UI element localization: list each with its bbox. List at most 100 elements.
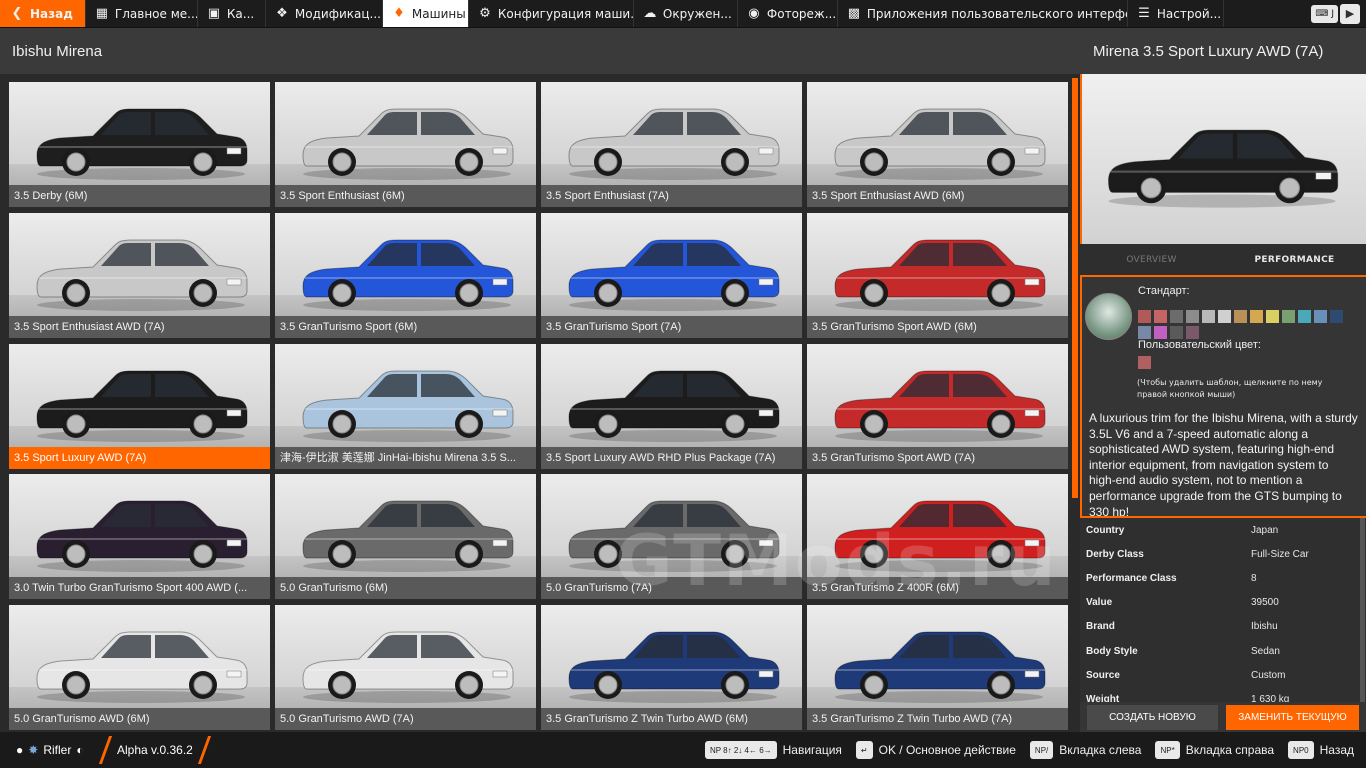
tab-main-menu[interactable]: ▦ Главное ме...: [86, 0, 198, 27]
config-card[interactable]: 5.0 GranTurismo (7A): [541, 474, 802, 599]
tab-mods[interactable]: ❖ Модификац...: [266, 0, 383, 27]
car-thumbnail-illustration: [36, 370, 248, 442]
tab-performance[interactable]: PERFORMANCE: [1223, 244, 1366, 275]
config-card[interactable]: 5.0 GranTurismo AWD (7A): [275, 605, 536, 730]
info-scrollbar[interactable]: [1360, 518, 1365, 702]
info-row: Body Style Sedan: [1080, 639, 1366, 663]
paint-swatch[interactable]: [1138, 310, 1151, 323]
control-hint: NP 8↑ 2↓ 4← 6→ Навигация: [704, 741, 842, 759]
grid-scrollbar[interactable]: [1072, 78, 1078, 498]
paint-swatch[interactable]: [1138, 326, 1151, 339]
username: Rifler: [43, 743, 72, 757]
shortcut-key-j[interactable]: ⌨ J: [1311, 4, 1338, 23]
paint-swatch[interactable]: [1314, 310, 1327, 323]
config-card[interactable]: 3.5 GranTurismo Z 400R (6M): [807, 474, 1068, 599]
tab-ui-apps[interactable]: ▩ Приложения пользовательского интерфе..…: [838, 0, 1128, 27]
info-row: Derby Class Full-Size Car: [1080, 542, 1366, 566]
config-card[interactable]: 3.5 GranTurismo Sport AWD (7A): [807, 344, 1068, 469]
config-card[interactable]: 3.5 Sport Enthusiast (7A): [541, 82, 802, 207]
paint-swatch[interactable]: [1170, 326, 1183, 339]
config-card[interactable]: 3.5 Sport Enthusiast (6M): [275, 82, 536, 207]
car-thumbnail-illustration: [36, 500, 248, 572]
globe-icon: ●: [16, 743, 24, 757]
custom-paint-swatch[interactable]: [1138, 356, 1151, 369]
car-thumbnail-illustration: [568, 631, 780, 703]
config-card[interactable]: 5.0 GranTurismo AWD (6M): [9, 605, 270, 730]
tab-photo-mode[interactable]: ◉ Фотореж...: [738, 0, 838, 27]
paint-swatch[interactable]: [1186, 310, 1199, 323]
panel-tabs: OVERVIEW PERFORMANCE: [1080, 244, 1366, 277]
config-card[interactable]: 3.5 Derby (6M): [9, 82, 270, 207]
config-card-label: 3.5 Sport Enthusiast AWD (6M): [807, 185, 1068, 207]
car-thumbnail-illustration: [302, 108, 514, 180]
paint-swatch[interactable]: [1282, 310, 1295, 323]
car-thumbnail-illustration: [834, 500, 1046, 572]
tab-vehicle-config[interactable]: ⚙ Конфигурация маши...: [469, 0, 634, 27]
tab-label: Машины: [411, 6, 466, 21]
paint-swatch[interactable]: [1202, 310, 1215, 323]
paint-swatch[interactable]: [1218, 310, 1231, 323]
car-thumbnail-illustration: [36, 239, 248, 311]
config-card-label: 3.5 Sport Enthusiast AWD (7A): [9, 316, 270, 338]
paint-swatch[interactable]: [1170, 310, 1183, 323]
info-key: Source: [1086, 669, 1120, 681]
sliders-icon: ☰: [1138, 6, 1150, 21]
back-label: Назад: [30, 6, 73, 21]
control-hint: NP* Вкладка справа: [1155, 741, 1274, 759]
config-card-label: 5.0 GranTurismo AWD (7A): [275, 708, 536, 730]
config-card[interactable]: 3.0 Twin Turbo GranTurismo Sport 400 AWD…: [9, 474, 270, 599]
key-badge: NP*: [1155, 741, 1180, 759]
tab-overview[interactable]: OVERVIEW: [1080, 244, 1223, 275]
config-card-label: 5.0 GranTurismo AWD (6M): [9, 708, 270, 730]
config-card[interactable]: 5.0 GranTurismo (6M): [275, 474, 536, 599]
config-card[interactable]: 3.5 Sport Enthusiast AWD (7A): [9, 213, 270, 338]
tab-environment[interactable]: ☁ Окружен...: [634, 0, 738, 27]
standard-paints-label: Стандарт:: [1138, 285, 1190, 297]
tab-settings[interactable]: ☰ Настрой...: [1128, 0, 1224, 27]
paint-swatch[interactable]: [1234, 310, 1247, 323]
play-icon: ▶: [1345, 7, 1355, 20]
tab-label: Приложения пользовательского интерфе...: [866, 6, 1128, 21]
config-card[interactable]: 3.5 GranTurismo Z Twin Turbo AWD (6M): [541, 605, 802, 730]
car-icon: ♦: [393, 6, 405, 21]
config-card[interactable]: 津海-伊比淑 美莲娜 JinHai-Ibishu Mirena 3.5 S...: [275, 344, 536, 469]
config-card[interactable]: 3.5 GranTurismo Z Twin Turbo AWD (7A): [807, 605, 1068, 730]
tab-maps[interactable]: ▣ Ка...: [198, 0, 266, 27]
hint-label: OK / Основное действие: [878, 743, 1016, 757]
paint-swatch[interactable]: [1154, 310, 1167, 323]
config-card[interactable]: 3.5 Sport Enthusiast AWD (6M): [807, 82, 1068, 207]
tab-vehicles[interactable]: ♦ Машины: [382, 0, 469, 27]
replace-current-button[interactable]: ЗАМЕНИТЬ ТЕКУЩУЮ: [1226, 705, 1359, 730]
config-card[interactable]: 3.5 Sport Luxury AWD RHD Plus Package (7…: [541, 344, 802, 469]
create-new-button[interactable]: СОЗДАТЬ НОВУЮ: [1087, 705, 1218, 730]
paint-swatch[interactable]: [1250, 310, 1263, 323]
info-key: Weight: [1086, 693, 1120, 702]
config-card[interactable]: 3.5 GranTurismo Sport AWD (6M): [807, 213, 1068, 338]
puzzle-icon: ❖: [276, 6, 288, 21]
car-thumbnail-illustration: [834, 239, 1046, 311]
tab-label: Ка...: [226, 6, 255, 21]
info-row: Country Japan: [1080, 518, 1366, 542]
paint-swatch[interactable]: [1298, 310, 1311, 323]
info-row: Weight 1 630 kg: [1080, 687, 1366, 702]
map-icon: ▣: [207, 6, 221, 21]
hint-label: Вкладка справа: [1185, 743, 1275, 757]
info-key: Value: [1086, 597, 1113, 609]
bottom-status-bar: ● ✸ Rifler ◐ Alpha v.0.36.2 NP 8↑ 2↓ 4← …: [0, 732, 1366, 768]
car-thumbnail-illustration: [568, 370, 780, 442]
back-button[interactable]: ❮ Назад: [0, 0, 86, 27]
model-title: Ibishu Mirena: [12, 42, 103, 60]
version-label: Alpha v.0.36.2: [117, 743, 193, 757]
skin-thumbnail[interactable]: [1085, 293, 1132, 340]
user-profile[interactable]: ● ✸ Rifler ◐: [0, 743, 98, 757]
car-thumbnail-illustration: [36, 108, 248, 180]
paint-swatch[interactable]: [1330, 310, 1343, 323]
paint-swatch[interactable]: [1266, 310, 1279, 323]
play-button[interactable]: ▶: [1340, 3, 1360, 24]
config-card[interactable]: 3.5 GranTurismo Sport (7A): [541, 213, 802, 338]
paint-swatch[interactable]: [1186, 326, 1199, 339]
config-card[interactable]: 3.5 GranTurismo Sport (6M): [275, 213, 536, 338]
config-card[interactable]: 3.5 Sport Luxury AWD (7A): [9, 344, 270, 469]
key-badge: NP 8↑ 2↓ 4← 6→: [704, 741, 777, 759]
paint-swatch[interactable]: [1154, 326, 1167, 339]
